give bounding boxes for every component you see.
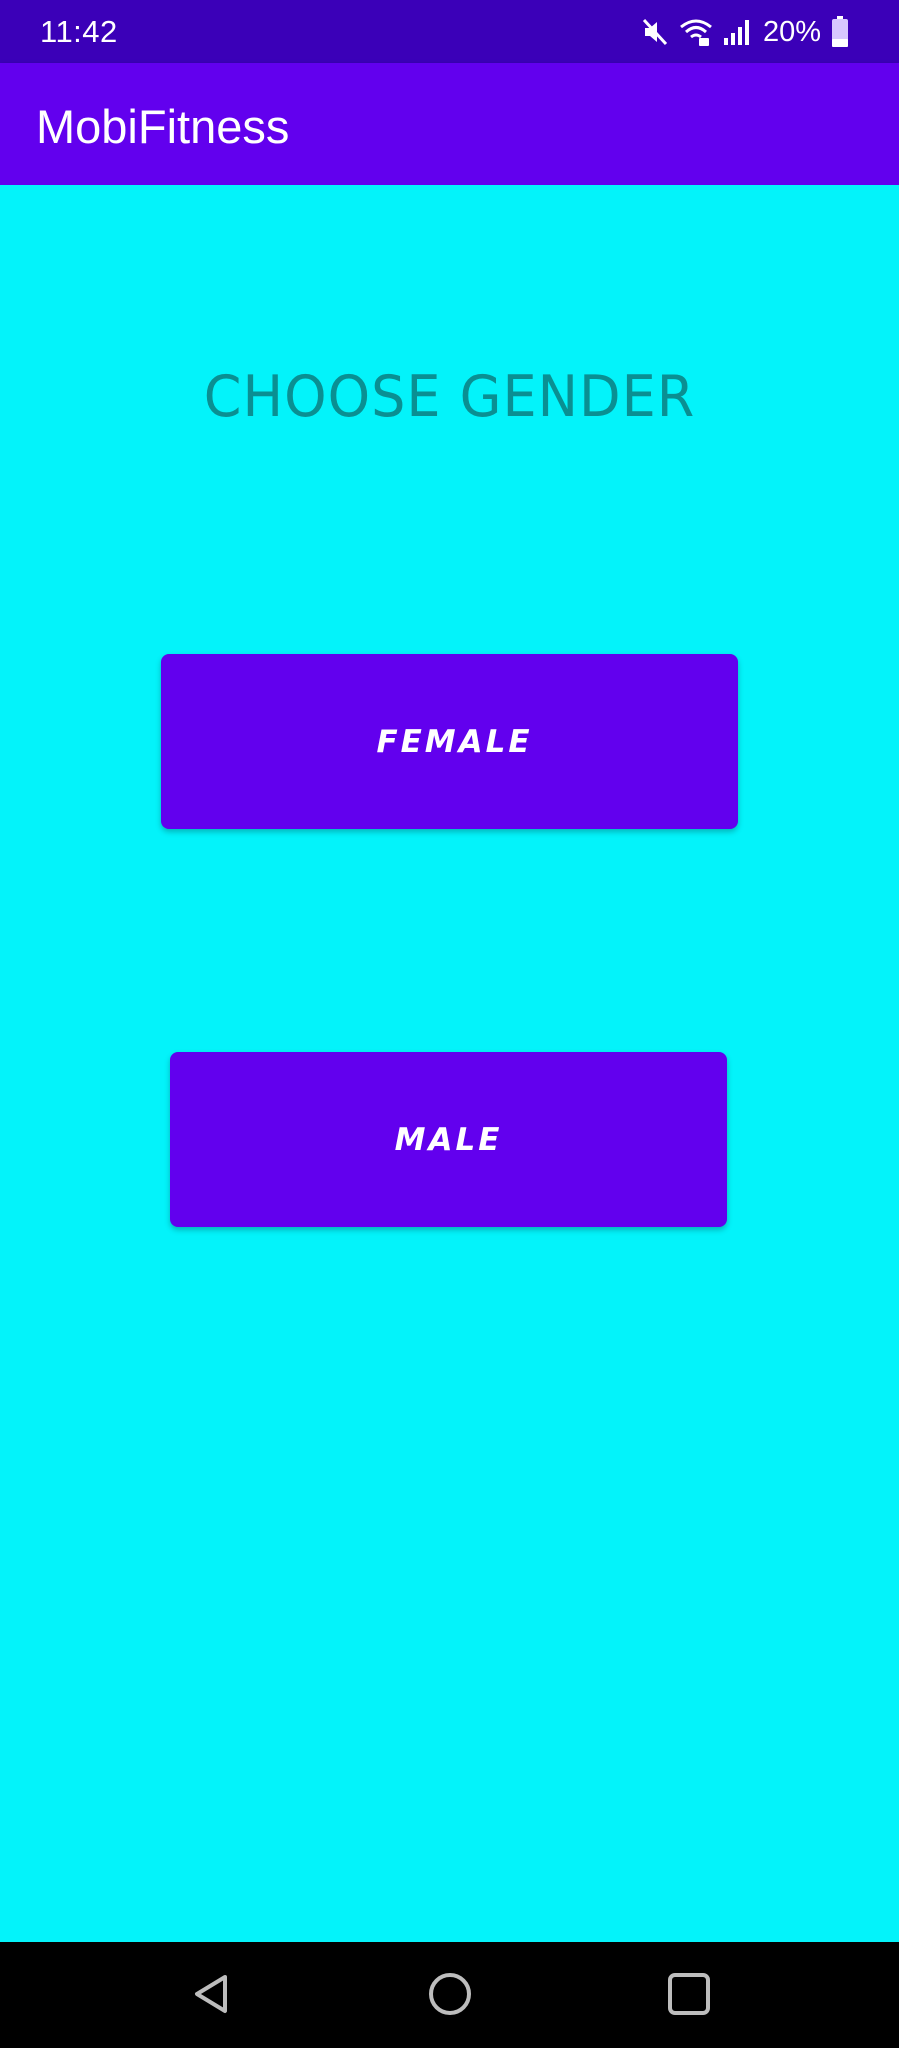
signal-icon — [723, 18, 751, 46]
status-time: 11:42 — [40, 14, 118, 49]
status-icons: 20% — [641, 12, 849, 52]
app-bar: MobiFitness — [0, 63, 899, 185]
female-button-label: FEMALE — [376, 723, 533, 760]
page-title: CHOOSE GENDER — [203, 363, 696, 430]
female-button[interactable]: FEMALE — [161, 654, 738, 829]
status-bar: 11:42 20% — [0, 0, 899, 63]
recents-icon — [666, 1971, 712, 2022]
gender-screen: CHOOSE GENDER FEMALE MALE — [0, 185, 899, 1942]
mute-icon — [641, 17, 669, 47]
battery-icon — [831, 16, 849, 48]
male-button-label: MALE — [394, 1121, 503, 1158]
male-button[interactable]: MALE — [170, 1052, 727, 1227]
app-title: MobiFitness — [36, 100, 290, 153]
wifi-icon — [679, 17, 713, 47]
navigation-bar — [0, 1942, 899, 2048]
home-icon — [426, 1970, 474, 2023]
battery-percent: 20% — [762, 15, 821, 48]
home-button[interactable] — [418, 1964, 482, 2028]
recents-button[interactable] — [657, 1964, 721, 2028]
back-button[interactable] — [180, 1964, 244, 2028]
back-icon — [189, 1971, 235, 2022]
